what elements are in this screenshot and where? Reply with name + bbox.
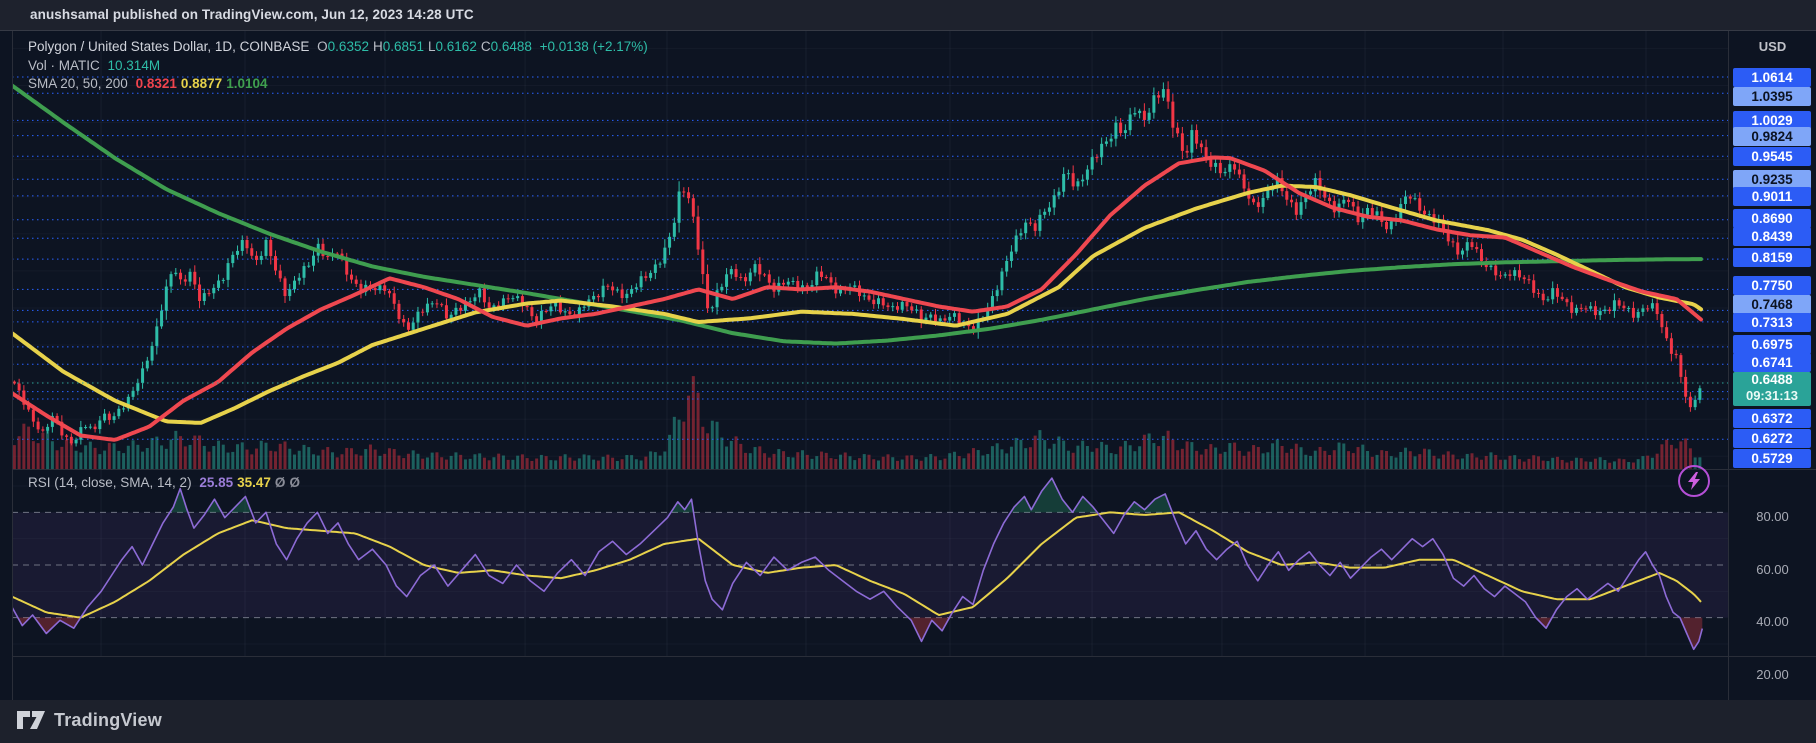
change-value: +0.0138 (+2.17%) <box>540 39 648 54</box>
price-alert-label[interactable]: 0.6372 <box>1733 409 1811 428</box>
rsi-value: Ø <box>275 475 286 490</box>
ohlc-value: H0.6851 <box>373 39 424 54</box>
price-alert-label[interactable]: 0.9011 <box>1733 187 1811 206</box>
sma-values: 0.8321 0.8877 1.0104 <box>132 76 268 91</box>
lightning-icon <box>1686 472 1702 490</box>
rsi-scale-label[interactable]: 80.00 <box>1729 509 1816 524</box>
price-alert-label[interactable]: 0.6975 <box>1733 335 1811 354</box>
price-pane[interactable] <box>12 31 1728 469</box>
volume-legend[interactable]: Vol · MATIC 10.314M <box>28 58 160 73</box>
publish-attribution: anushsamal published on TradingView.com,… <box>30 7 474 22</box>
sma-value: 0.8877 <box>181 76 222 91</box>
sma-value: 0.8321 <box>136 76 177 91</box>
price-alert-label[interactable]: 0.6272 <box>1733 429 1811 448</box>
price-alert-label[interactable]: 0.9824 <box>1733 127 1811 146</box>
volume-label: Vol · MATIC <box>28 58 100 73</box>
rsi-scale-label[interactable]: 40.00 <box>1729 614 1816 629</box>
rsi-scale-label[interactable]: 60.00 <box>1729 562 1816 577</box>
price-alert-label[interactable]: 0.9545 <box>1733 147 1811 166</box>
rsi-value: 25.85 <box>199 475 233 490</box>
sma-label: SMA 20, 50, 200 <box>28 76 128 91</box>
sma-value: 1.0104 <box>226 76 267 91</box>
time-axis-separator <box>12 656 1816 657</box>
flash-icon-button[interactable] <box>1678 465 1710 497</box>
price-alert-label[interactable]: 1.0395 <box>1733 87 1811 106</box>
price-alert-label[interactable]: 0.8159 <box>1733 248 1811 267</box>
rsi-legend[interactable]: RSI (14, close, SMA, 14, 2) 25.85 35.47 ØØ <box>28 475 300 490</box>
current-price-label[interactable]: 0.648809:31:13 <box>1733 372 1811 406</box>
ohlc-value: C0.6488 <box>481 39 532 54</box>
symbol-legend[interactable]: Polygon / United States Dollar, 1D, COIN… <box>28 39 648 54</box>
price-alert-label[interactable]: 0.7750 <box>1733 276 1811 295</box>
chart-widget[interactable]: Polygon / United States Dollar, 1D, COIN… <box>0 30 1816 700</box>
rsi-scale-label[interactable]: 20.00 <box>1729 667 1816 682</box>
ohlc-value: O0.6352 <box>317 39 369 54</box>
price-scale-currency[interactable]: USD <box>1729 39 1816 54</box>
publish-header-bar: anushsamal published on TradingView.com,… <box>0 0 1816 30</box>
rsi-values: 25.85 35.47 ØØ <box>195 475 300 490</box>
price-alert-label[interactable]: 0.5729 <box>1733 449 1811 468</box>
ohlc-value: L0.6162 <box>428 39 477 54</box>
chart-frame-border <box>12 31 13 701</box>
tradingview-logo[interactable]: TradingView <box>16 708 162 732</box>
rsi-label: RSI (14, close, SMA, 14, 2) <box>28 475 192 490</box>
price-alert-label[interactable]: 0.8690 <box>1733 209 1811 228</box>
price-alert-label[interactable]: 0.8439 <box>1733 227 1811 246</box>
footer-bar: TradingView <box>0 700 1816 743</box>
symbol-title[interactable]: Polygon / United States Dollar, 1D, COIN… <box>28 39 309 54</box>
price-alert-label[interactable]: 1.0614 <box>1733 68 1811 87</box>
volume-value: 10.314M <box>108 58 161 73</box>
tradingview-mark-icon <box>16 708 46 732</box>
tradingview-brand-text: TradingView <box>54 710 162 731</box>
price-alert-label[interactable]: 0.7313 <box>1733 313 1811 332</box>
rsi-value: Ø <box>289 475 300 490</box>
price-alert-label[interactable]: 0.6741 <box>1733 353 1811 372</box>
rsi-pane[interactable] <box>12 470 1728 656</box>
price-alert-label[interactable]: 0.7468 <box>1733 295 1811 314</box>
tradingview-snapshot: anushsamal published on TradingView.com,… <box>0 0 1816 743</box>
pane-separator[interactable] <box>12 469 1816 470</box>
rsi-value: 35.47 <box>237 475 271 490</box>
ohlc-values: O0.6352 H0.6851 L0.6162 C0.6488 <box>313 39 532 54</box>
sma-legend[interactable]: SMA 20, 50, 200 0.8321 0.8877 1.0104 <box>28 76 267 91</box>
